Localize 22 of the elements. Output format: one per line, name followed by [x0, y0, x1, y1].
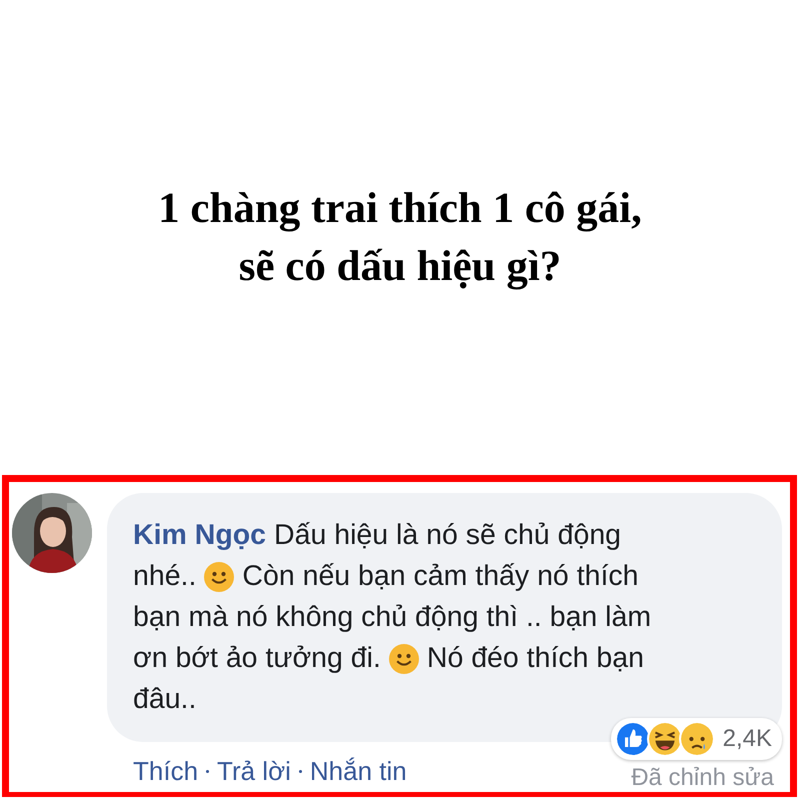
- smiley-icon: [388, 644, 419, 674]
- reaction-count: 2,4K: [722, 725, 772, 753]
- separator-dot: [206, 770, 210, 772]
- action-link[interactable]: Nhắn tin: [310, 756, 407, 786]
- sad-face-icon: [678, 721, 715, 757]
- comment-text: bạn mà nó không chủ động thì .. bạn làm: [133, 600, 652, 635]
- comment-text: đâu..: [133, 682, 196, 717]
- reactions-pill[interactable]: 2,4K: [610, 718, 782, 760]
- comment-text: Nó đéo thích bạn: [426, 641, 644, 676]
- action-link[interactable]: Trả lời: [217, 756, 291, 786]
- edited-label: Đã chỉnh sửa: [631, 764, 774, 792]
- laughing-face-icon: [646, 721, 683, 757]
- author-link[interactable]: Kim Ngọc: [133, 515, 266, 556]
- comment-text: Dấu hiệu là nó sẽ chủ động: [274, 518, 622, 553]
- headline: 1 chàng trai thích 1 cô gái, sẽ có dấu hiệu gì?: [158, 184, 642, 292]
- comment-text: Còn nếu bạn cảm thấy nó thích: [242, 559, 638, 594]
- separator-dot: [298, 770, 302, 772]
- comment-text: ơn bớt ảo tưởng đi.: [133, 641, 381, 676]
- comment-text: nhé..: [133, 559, 196, 594]
- like-icon: [614, 721, 651, 757]
- action-link[interactable]: Thích: [133, 756, 198, 786]
- smiley-icon: [204, 562, 234, 592]
